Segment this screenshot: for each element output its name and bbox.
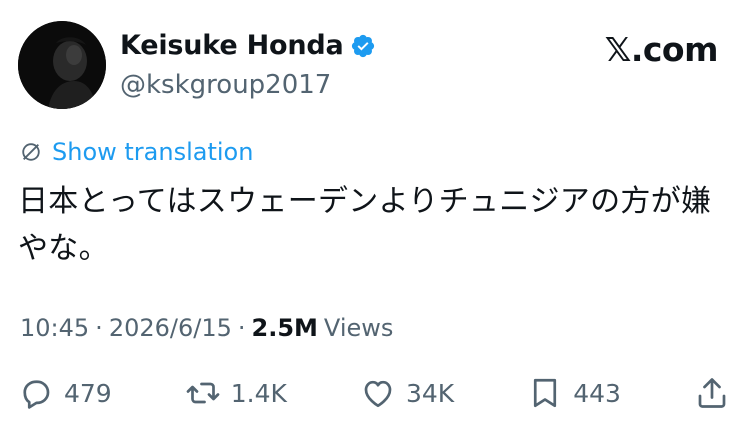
- views-count: 2.5M: [251, 314, 318, 342]
- meta-separator: ·: [95, 314, 103, 342]
- heart-icon: [364, 380, 392, 408]
- show-translation-link[interactable]: Show translation: [20, 138, 253, 166]
- brand-logo: 𝕏.com: [604, 30, 719, 69]
- author-handle[interactable]: @kskgroup2017: [120, 70, 331, 100]
- tweet-text: 日本とってはスウェーデンよりチュニジアの方が嫌やな。: [18, 184, 712, 266]
- globe-icon: [22, 143, 40, 161]
- bookmark-icon: [534, 378, 557, 408]
- repost-icon: [186, 382, 220, 404]
- tweet-time[interactable]: 10:45: [20, 314, 89, 342]
- views-label: Views: [323, 314, 394, 342]
- reply-icon: [23, 380, 50, 409]
- action-bar: 479 1.4K 34K 443: [18, 375, 730, 411]
- avatar[interactable]: [18, 21, 106, 109]
- like-button[interactable]: 34K: [360, 375, 454, 411]
- show-translation-label: Show translation: [52, 138, 254, 166]
- repost-button[interactable]: 1.4K: [185, 375, 287, 411]
- verified-badge-icon: [351, 34, 374, 57]
- share-icon: [698, 378, 726, 408]
- tweet-meta: 10:45 · 2026/6/15 · 2.5M Views: [20, 314, 393, 342]
- tweet-date[interactable]: 2026/6/15: [109, 314, 232, 342]
- reply-button[interactable]: 479: [18, 375, 112, 411]
- author-display-name[interactable]: Keisuke Honda: [120, 30, 344, 61]
- meta-separator: ·: [237, 314, 246, 342]
- reply-count: 479: [64, 378, 112, 408]
- repost-count: 1.4K: [230, 378, 287, 408]
- like-count: 34K: [405, 378, 455, 408]
- bookmark-count: 443: [573, 378, 621, 408]
- avatar-image: [18, 21, 106, 109]
- bookmark-button[interactable]: 443: [527, 375, 621, 411]
- share-button[interactable]: [694, 375, 730, 411]
